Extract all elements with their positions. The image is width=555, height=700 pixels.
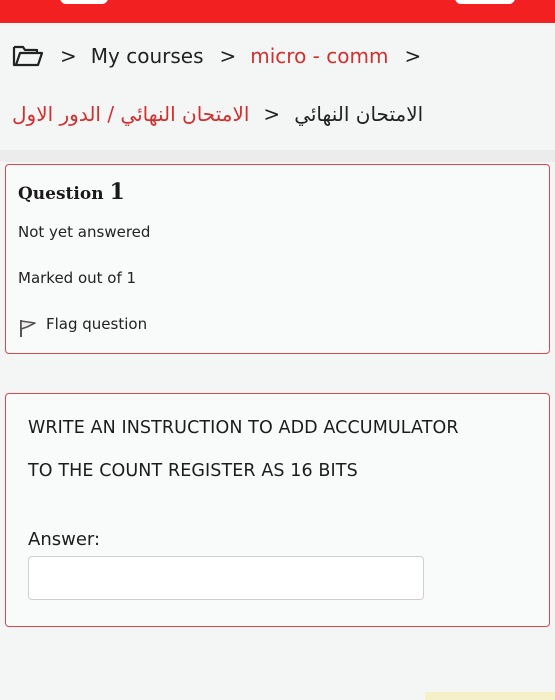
status-bar xyxy=(0,0,555,23)
breadcrumb-separator: > xyxy=(60,44,77,68)
flag-question-label[interactable]: Flag question xyxy=(46,315,147,333)
question-title-word: Question xyxy=(18,184,104,204)
question-info-card: Question 1 Not yet answered Marked out o… xyxy=(5,164,550,354)
breadcrumb-separator: > xyxy=(263,102,281,126)
breadcrumb-separator: > xyxy=(404,44,422,68)
question-text-line-2: TO THE COUNT REGISTER AS 16 BITS xyxy=(28,461,358,481)
question-status: Not yet answered xyxy=(18,223,151,241)
breadcrumb-course[interactable]: micro - comm xyxy=(250,44,388,68)
section-divider xyxy=(0,150,555,162)
status-time-clip xyxy=(60,0,108,4)
flag-question-button[interactable]: Flag question xyxy=(18,315,147,338)
breadcrumb: > My courses > micro - comm > الامتحان ا… xyxy=(0,23,555,150)
breadcrumb-exam-quiz[interactable]: الامتحان النهائي / الدور الاول xyxy=(12,102,249,126)
question-number: 1 xyxy=(109,179,125,205)
folder-icon[interactable] xyxy=(12,43,44,69)
breadcrumb-row-1: > My courses > micro - comm > xyxy=(12,41,435,71)
breadcrumb-my-courses[interactable]: My courses xyxy=(91,44,204,68)
breadcrumb-exam-section[interactable]: الامتحان النهائي xyxy=(294,102,423,126)
flag-icon[interactable] xyxy=(18,318,38,338)
answer-label: Answer: xyxy=(28,529,101,550)
bottom-edge xyxy=(425,692,555,700)
question-marks: Marked out of 1 xyxy=(18,269,137,287)
question-content-card: WRITE AN INSTRUCTION TO ADD ACCUMULATOR … xyxy=(5,393,550,627)
breadcrumb-separator: > xyxy=(219,44,237,68)
question-title: Question 1 xyxy=(18,179,125,205)
breadcrumb-row-2: الامتحان النهائي / الدور الاول > الامتحا… xyxy=(12,99,467,129)
question-text-line-1: WRITE AN INSTRUCTION TO ADD ACCUMULATOR xyxy=(28,418,459,438)
status-icons-clip xyxy=(455,0,515,4)
answer-input[interactable] xyxy=(28,556,424,600)
